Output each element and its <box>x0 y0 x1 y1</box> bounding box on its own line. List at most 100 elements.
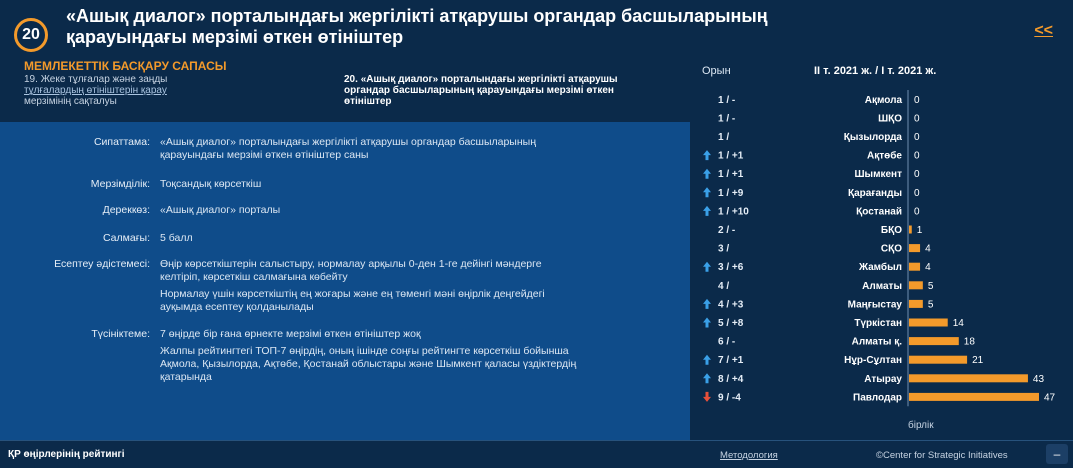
regions-bar-chart: 1 / - Ақмола 0 1 / - ШҚО 0 1 / Қызылорда 0 1 / +1… <box>703 90 1056 407</box>
method-label: Есептеу әдістемесі: <box>54 258 150 270</box>
nav-current-text: «Ашық диалог» порталындағы жергілікті ат… <box>344 74 618 107</box>
bar-value-label: 0 <box>914 95 920 106</box>
category-label: Қарағанды <box>848 188 902 199</box>
source-value: «Ашық диалог» порталы <box>160 204 281 216</box>
category-label: Жамбыл <box>858 261 902 273</box>
methodology-link[interactable]: Методология <box>720 450 778 461</box>
description-label: Сипаттама: <box>93 136 150 148</box>
trend-up-icon <box>703 354 711 365</box>
rank-label: 2 / - <box>718 225 735 236</box>
bar-value-label: 47 <box>1044 392 1056 403</box>
bar-value-label: 14 <box>953 318 965 329</box>
nav-current-number: 20. <box>344 74 358 85</box>
bar <box>909 374 1028 383</box>
trend-up-icon <box>703 298 711 309</box>
category-label: Атырау <box>864 374 902 385</box>
collapse-button[interactable]: – <box>1046 444 1068 464</box>
bar-value-label: 0 <box>914 132 920 143</box>
category-label: Ақмола <box>865 95 903 106</box>
category-label: Маңғыстау <box>848 299 903 310</box>
value-column-header: II т. 2021 ж. / I т. 2021 ж. <box>814 65 937 77</box>
source-label: Дереккөз: <box>102 204 150 216</box>
trend-down-icon <box>703 391 711 402</box>
nav-prev-text: Жеке тұлғалар және заңды <box>40 74 168 85</box>
category-label: Қостанай <box>856 206 902 217</box>
note-item-1: 7 өңірде бір ғана өрнекте мерзімі өткен … <box>160 328 421 340</box>
rank-label: 1 / +9 <box>718 188 744 199</box>
back-link[interactable]: << <box>1034 22 1053 40</box>
rank-label: 7 / +1 <box>718 355 744 366</box>
nav-prev-text-tail: мерзімінің сақталуы <box>24 96 117 107</box>
weight-label: Салмағы: <box>102 232 150 244</box>
bar-value-label: 5 <box>928 299 934 310</box>
bar-value-label: 0 <box>914 151 920 162</box>
footer-credit: ©Center for Strategic Initiatives <box>876 450 1008 461</box>
bar <box>909 299 923 308</box>
details-panel: Сипаттама: «Ашық диалог» порталындағы же… <box>0 122 690 440</box>
weight-value: 5 балл <box>160 232 193 244</box>
category-label: Түркістан <box>854 318 902 329</box>
rank-label: 1 / +1 <box>718 151 744 162</box>
category-label: БҚО <box>881 225 902 236</box>
indicator-number-badge: 20 <box>14 18 48 52</box>
bar <box>909 392 1039 401</box>
bar <box>909 318 948 327</box>
rank-label: 4 / +3 <box>718 299 744 310</box>
bar-value-label: 43 <box>1033 374 1045 385</box>
trend-up-icon <box>703 150 711 161</box>
bar-value-label: 4 <box>925 262 931 273</box>
nav-current-indicator[interactable]: 20. «Ашық диалог» порталындағы жергілікт… <box>344 74 664 107</box>
bar-value-label: 4 <box>925 244 931 255</box>
category-label: Шымкент <box>855 169 903 180</box>
rank-label: 6 / - <box>718 337 735 348</box>
chart-unit-label: бірлік <box>908 420 934 431</box>
rank-label: 8 / +4 <box>718 374 744 385</box>
bar <box>909 262 921 271</box>
method-values: Өңір көрсеткіштерін салыстыру, нормалау … <box>160 258 580 318</box>
category-label: Алматы қ. <box>852 337 903 348</box>
bar-value-label: 0 <box>914 188 920 199</box>
periodicity-value: Тоқсандық көрсеткіш <box>160 178 262 190</box>
trend-up-icon <box>703 373 711 384</box>
nav-prev-link[interactable]: тұлғалардың өтініштерін қарау <box>24 85 167 96</box>
category-label: СҚО <box>881 244 902 255</box>
bar <box>909 225 912 234</box>
category-label: Нұр-Сұлтан <box>844 355 902 366</box>
method-item-2: Нормалау үшін көрсеткіштің ең жоғары жән… <box>160 288 545 313</box>
category-label: Павлодар <box>853 392 902 403</box>
bar-value-label: 0 <box>914 206 920 217</box>
trend-up-icon <box>703 317 711 328</box>
rank-label: 5 / +8 <box>718 318 744 329</box>
rank-label: 9 / -4 <box>718 392 741 403</box>
description-value: «Ашық диалог» порталындағы жергілікті ат… <box>160 136 537 161</box>
bar-value-label: 1 <box>917 225 923 236</box>
bar-value-label: 0 <box>914 113 920 124</box>
bar <box>909 244 921 253</box>
footer-title: ҚР өңірлерінің рейтингі <box>8 449 125 460</box>
rank-label: 1 / +1 <box>718 169 744 180</box>
bar-value-label: 5 <box>928 281 934 292</box>
category-label: Қызылорда <box>844 132 903 143</box>
note-label: Түсініктеме: <box>91 328 150 340</box>
bar <box>909 337 959 346</box>
trend-up-icon <box>703 261 711 272</box>
category-label: ШҚО <box>878 113 902 124</box>
periodicity-label: Мерзімділік: <box>90 178 150 190</box>
rank-label: 1 / <box>718 132 729 143</box>
rank-label: 4 / <box>718 281 729 292</box>
bar-value-label: 18 <box>964 337 976 348</box>
trend-up-icon <box>703 205 711 216</box>
page-title: «Ашық диалог» порталындағы жергілікті ат… <box>66 6 768 47</box>
nav-previous-indicator[interactable]: 19. Жеке тұлғалар және заңды тұлғалардың… <box>24 74 304 107</box>
category-label: Ақтөбе <box>867 150 902 162</box>
nav-prev-number: 19. <box>24 74 38 85</box>
bar <box>909 281 923 290</box>
rank-label: 3 / +6 <box>718 262 744 273</box>
page-header: 20 «Ашық диалог» порталындағы жергілікті… <box>0 0 1073 56</box>
bar <box>909 355 968 364</box>
note-values: 7 өңірде бір ғана өрнекте мерзімі өткен … <box>160 328 580 388</box>
method-item-1: Өңір көрсеткіштерін салыстыру, нормалау … <box>160 258 542 283</box>
footer: ҚР өңірлерінің рейтингі Методология ©Cen… <box>0 440 1073 468</box>
rank-label: 3 / <box>718 244 729 255</box>
trend-up-icon <box>703 187 711 198</box>
